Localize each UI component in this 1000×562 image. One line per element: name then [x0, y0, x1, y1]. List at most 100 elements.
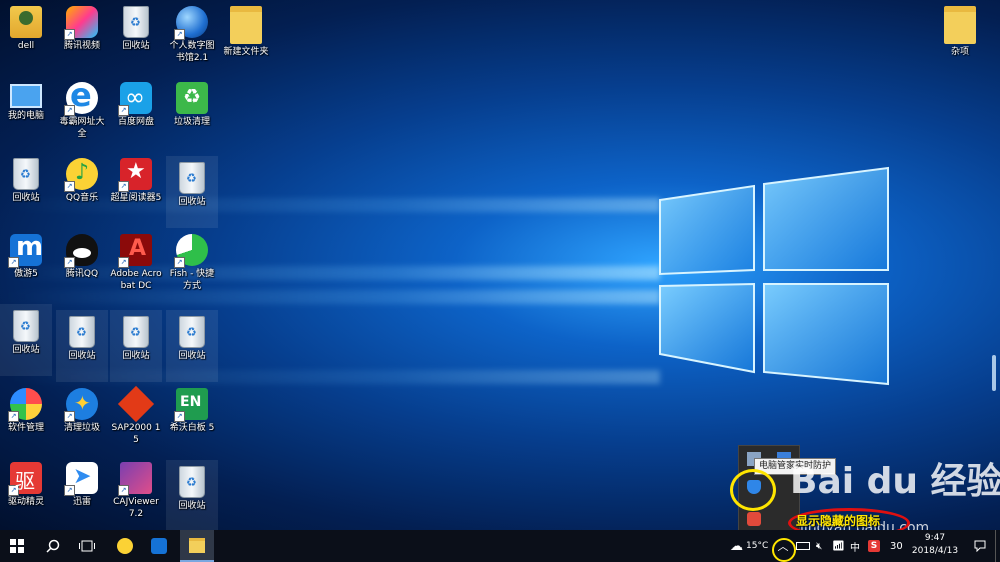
maxthon-icon: ↗: [8, 232, 43, 268]
desktop-icon-sap2000[interactable]: SAP2000 15: [110, 382, 162, 454]
desktop-icon-recycle-bin[interactable]: 回收站: [0, 304, 52, 376]
taskbar: ☁ 15°C ︿ 🔇︎ 📶︎ 中 S 30 9:47 2018/4/13: [0, 530, 1000, 562]
battery-indicator[interactable]: [796, 530, 810, 562]
taskbar-app-explorer[interactable]: [180, 530, 214, 562]
icon-label: 回收站: [68, 351, 96, 361]
qq-penguin-icon: ↗: [64, 234, 98, 268]
tray-app-icon[interactable]: [747, 512, 761, 526]
baidu-netdisk-icon: ↗: [118, 82, 152, 116]
icon-label: 超星阅读器5: [110, 193, 162, 203]
clock-time: 9:47: [924, 533, 946, 543]
xunlei-icon: ↗: [64, 462, 98, 496]
recycle-bin-icon: [13, 310, 39, 342]
network-button[interactable]: 📶︎: [832, 530, 845, 562]
desktop-icon-recycle-bin[interactable]: 回收站: [166, 460, 218, 530]
task-view-icon: [79, 540, 95, 552]
desktop-icon-clean-junk[interactable]: ↗ 清理垃圾: [56, 382, 108, 454]
ie-browser-icon: ↗: [64, 76, 98, 116]
desktop-icon-digital-library[interactable]: ↗ 个人数字图书馆2.1: [166, 0, 218, 72]
icon-label: 腾讯视频: [63, 41, 100, 51]
icon-label: 回收站: [178, 501, 206, 511]
superstar-reader-icon: ↗: [118, 158, 152, 192]
battery-icon: [796, 542, 810, 550]
qq-music-icon: [117, 538, 133, 554]
desktop-icon-recycle-bin[interactable]: 回收站: [56, 310, 108, 382]
desktop-icon-superstar-reader[interactable]: ↗ 超星阅读器5: [110, 152, 162, 224]
desktop-icon-duba-sites[interactable]: ↗ 毒霸网址大全: [56, 76, 108, 148]
icon-label: Fish - 快捷方式: [169, 269, 215, 291]
sogou-ime-button[interactable]: S: [868, 530, 880, 562]
desktop-icon-fish[interactable]: ↗ Fish - 快捷方式: [166, 228, 218, 300]
taskbar-app-qqmusic[interactable]: [108, 530, 142, 562]
file-explorer-icon: [189, 537, 205, 553]
desktop-icon-baidu-netdisk[interactable]: ↗ 百度网盘: [110, 76, 162, 148]
desktop-icon-qq-music[interactable]: ↗ QQ音乐: [56, 152, 108, 224]
sogou-icon: S: [868, 540, 880, 552]
windows-start-icon: [10, 539, 24, 553]
icon-label: 杂项: [950, 47, 969, 57]
folder-icon: [944, 6, 976, 44]
highlight-circle: [730, 469, 776, 511]
baidu-jingyan-watermark: Bai du 经验: [790, 461, 1000, 502]
desktop-icon-recycle-bin[interactable]: 回收站: [166, 156, 218, 228]
icon-label: SAP2000 15: [111, 423, 161, 445]
taskbar-app-maxthon[interactable]: [142, 530, 176, 562]
desktop-icon-new-folder[interactable]: 新建文件夹: [220, 0, 272, 72]
recycle-bin-icon: [123, 6, 149, 38]
scroll-handle[interactable]: [992, 355, 996, 391]
desktop-icon-misc-folder[interactable]: 杂项: [934, 0, 986, 72]
desktop-icon-acrobat[interactable]: ↗ Adobe Acrobat DC: [110, 228, 162, 300]
start-button[interactable]: [0, 530, 34, 562]
search-button[interactable]: [36, 530, 70, 562]
icon-label: 回收站: [122, 41, 150, 51]
icon-label: 希沃白板 5: [169, 423, 215, 433]
desktop-icon-my-computer[interactable]: 我的电脑: [0, 76, 52, 148]
icon-label: Adobe Acrobat DC: [110, 269, 162, 291]
junk-clean-icon: [176, 82, 208, 114]
icon-label: 腾讯QQ: [65, 269, 99, 279]
action-center-button[interactable]: [966, 530, 994, 562]
recycle-bin-icon: [13, 158, 39, 190]
system-clock[interactable]: 9:47 2018/4/13: [908, 532, 962, 558]
desktop-icon-recycle-bin[interactable]: 回收站: [0, 152, 52, 224]
task-view-button[interactable]: [70, 530, 104, 562]
icon-label: 软件管理: [7, 423, 44, 433]
icon-label: 个人数字图书馆2.1: [169, 41, 215, 63]
recycle-bin-icon: [123, 316, 149, 348]
desktop-icon-driver-genius[interactable]: ↗ 驱动精灵: [0, 456, 52, 528]
desktop-icon-cajviewer[interactable]: ↗ CAJViewer 7.2: [110, 456, 162, 528]
desktop-icon-recycle-bin[interactable]: 回收站: [110, 0, 162, 72]
desktop-icon-junk-clean[interactable]: 垃圾清理: [166, 76, 218, 148]
desktop-icon-tencent-video[interactable]: ↗ 腾讯视频: [56, 0, 108, 72]
desktop-icon-tencent-qq[interactable]: ↗ 腾讯QQ: [56, 228, 108, 300]
icon-label: 回收站: [12, 193, 40, 203]
icon-label: 清理垃圾: [63, 423, 100, 433]
volume-button[interactable]: 🔇︎: [816, 530, 822, 562]
icon-label: 回收站: [178, 197, 206, 207]
ime-button[interactable]: 中: [850, 530, 860, 562]
icon-label: 迅雷: [72, 497, 91, 507]
qq-music-icon: ↗: [64, 158, 98, 192]
desktop-icon-recycle-bin[interactable]: 回收站: [110, 310, 162, 382]
search-icon: [46, 539, 60, 553]
wifi-icon: 📶︎: [832, 540, 845, 552]
show-desktop-button[interactable]: [995, 530, 1000, 562]
annotation-text: 显示隐藏的图标: [796, 514, 881, 528]
desktop-icon-xunlei[interactable]: ↗ 迅雷: [56, 456, 108, 528]
icon-label: 回收站: [122, 351, 150, 361]
notification-icon: [974, 540, 986, 552]
desktop-icon-seewo[interactable]: ↗ 希沃白板 5: [166, 382, 218, 454]
cloud-icon: ☁: [730, 538, 743, 554]
icon-label: CAJViewer 7.2: [113, 497, 159, 519]
notification-number[interactable]: 30: [890, 530, 903, 562]
desktop-icon-software-manager[interactable]: ↗ 软件管理: [0, 382, 52, 454]
icon-label: 我的电脑: [7, 111, 44, 121]
acrobat-icon: ↗: [118, 234, 152, 268]
desktop-icon-dell[interactable]: dell: [0, 0, 52, 72]
desktop-wallpaper: dell ↗ 腾讯视频 回收站 ↗ 个人数字图书馆2.1 新建文件夹 我的电脑 …: [0, 0, 1000, 530]
fish-icon: ↗: [174, 234, 208, 268]
icon-label: dell: [17, 41, 35, 51]
desktop-icon-maxthon[interactable]: ↗ 傲游5: [0, 228, 52, 300]
weather-widget[interactable]: ☁ 15°C: [730, 530, 768, 562]
desktop-icon-recycle-bin[interactable]: 回收站: [166, 310, 218, 382]
